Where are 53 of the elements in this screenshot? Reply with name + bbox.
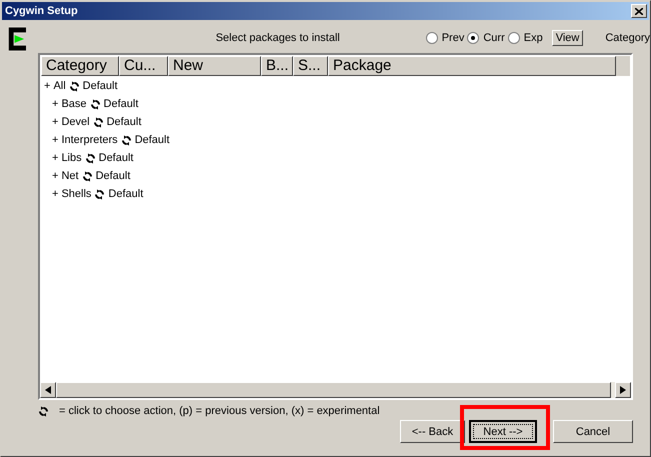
view-button[interactable]: View	[552, 30, 584, 46]
left-arrow-icon	[45, 386, 51, 394]
category-name[interactable]: Shells	[61, 188, 92, 200]
column-header[interactable]: Cu...	[119, 56, 168, 76]
column-header[interactable]: New	[168, 56, 261, 76]
column-header[interactable]: Category	[41, 56, 119, 76]
cycle-icon	[38, 406, 49, 416]
cycle-icon	[82, 170, 93, 182]
action-label[interactable]: Default	[134, 134, 170, 146]
cycle-icon	[84, 152, 96, 164]
category-name[interactable]: Libs	[61, 152, 82, 164]
view-radio[interactable]: Prev	[426, 32, 464, 44]
category-name[interactable]: Net	[61, 170, 79, 182]
action-label[interactable]: Default	[98, 152, 134, 164]
cycle-icon	[94, 188, 106, 200]
expand-toggle[interactable]: +	[52, 170, 58, 182]
category-name[interactable]: Devel	[61, 116, 90, 128]
view-radio[interactable]: Exp	[508, 32, 543, 44]
action-label[interactable]: Default	[104, 98, 138, 110]
action-label[interactable]: Default	[82, 80, 118, 92]
expand-toggle[interactable]: +	[52, 116, 58, 128]
column-header[interactable]: Package	[328, 56, 616, 76]
action-label[interactable]: Default	[106, 116, 142, 128]
cycle-icon	[92, 116, 104, 128]
prompt-text: Select packages to install	[216, 32, 341, 44]
expand-toggle[interactable]: +	[52, 98, 58, 110]
action-label[interactable]: Default	[108, 188, 144, 200]
cycle-icon	[68, 80, 80, 92]
wizard-button[interactable]: Cancel	[553, 420, 633, 443]
category-name[interactable]: Base	[61, 98, 87, 110]
cycle-icon	[120, 134, 132, 146]
close-button[interactable]	[631, 4, 647, 18]
wizard-button[interactable]: <-- Back	[400, 420, 465, 443]
scroll-left-button[interactable]	[40, 382, 56, 398]
legend-text: = click to choose action, (p) = previous version, (x) = experimental	[59, 405, 380, 417]
close-icon	[635, 8, 643, 14]
column-header[interactable]: S...	[293, 56, 328, 76]
view-radio[interactable]: Curr	[467, 32, 505, 44]
category-name[interactable]: Interpreters	[61, 134, 118, 146]
expand-toggle[interactable]: +	[44, 80, 50, 92]
wizard-button[interactable]: Next -->	[469, 420, 537, 443]
action-label[interactable]: Default	[96, 170, 130, 182]
expand-toggle[interactable]: +	[52, 134, 58, 146]
scroll-right-button[interactable]	[615, 382, 631, 398]
expand-toggle[interactable]: +	[52, 152, 58, 164]
view-mode-label: Category	[605, 32, 650, 44]
window-title: Cygwin Setup	[5, 5, 78, 17]
cycle-icon	[90, 98, 101, 110]
column-header[interactable]: B...	[261, 56, 293, 76]
horizontal-scrollbar[interactable]	[40, 382, 631, 398]
category-name[interactable]: All	[53, 80, 66, 92]
right-arrow-icon	[620, 386, 626, 394]
expand-toggle[interactable]: +	[52, 188, 58, 200]
